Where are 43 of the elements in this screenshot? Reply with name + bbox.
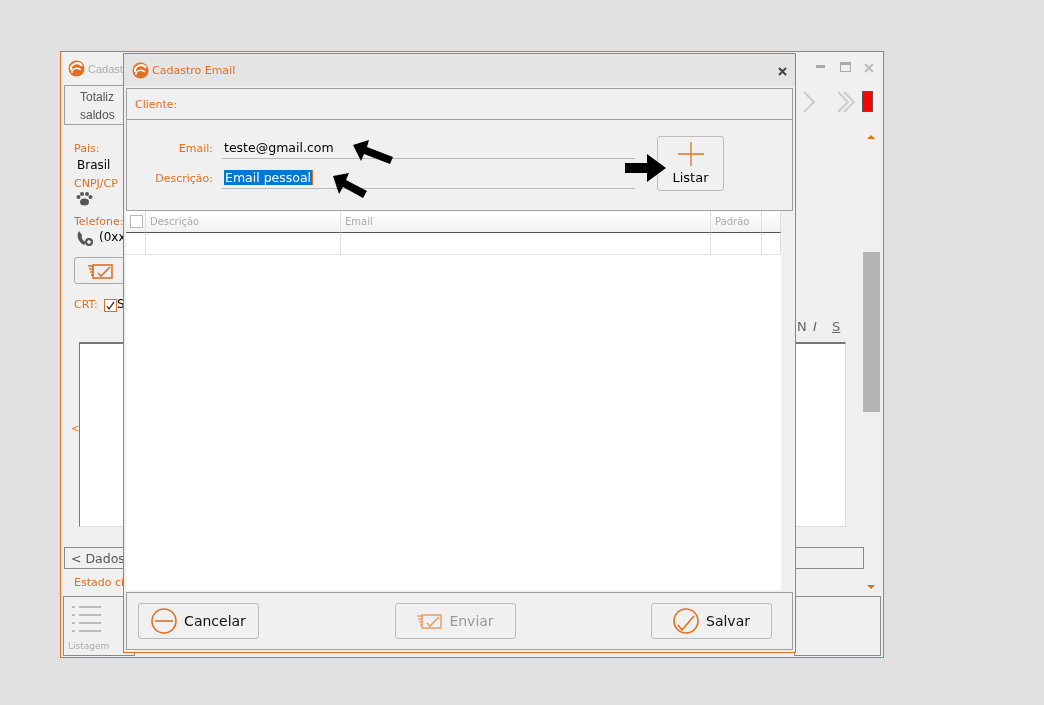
scroll-down-icon[interactable] [867,585,875,590]
envelope-icon [416,613,443,629]
italic-button[interactable]: I [813,319,817,334]
collapse-arrow[interactable]: < [71,423,80,434]
scrollbar-thumb[interactable] [863,252,880,412]
bold-button[interactable]: N [797,319,807,334]
list-icon[interactable] [72,605,102,633]
logo-icon [68,60,85,77]
check-circle-icon [673,608,699,634]
field-label: Estado ci [74,576,125,589]
select-all-checkbox[interactable] [130,215,143,228]
envelope-icon [87,262,113,279]
field-label: Telefone: [74,215,124,228]
paw-icon [76,191,93,206]
field-label: CNPJ/CP [74,177,118,190]
maximize-button[interactable] [840,60,851,75]
checkbox[interactable] [104,299,117,312]
field-label: CRT: [74,298,98,311]
table-cell [711,233,762,255]
scroll-up-icon[interactable] [867,134,875,139]
minus-circle-icon [151,608,178,634]
column-header [762,211,781,233]
description-label: Descrição: [154,172,214,187]
table-cell [762,233,781,255]
arrow-icon [624,153,668,183]
cancel-button[interactable]: Cancelar [138,603,259,639]
list-label: Listagem [68,641,110,651]
field-value: Brasil [77,158,111,172]
text-area[interactable] [794,342,846,527]
input-field[interactable] [794,547,864,569]
status-indicator [862,91,873,112]
plus-icon [676,141,705,166]
dialog-title: Cadastro Email [152,63,237,77]
field-label: Pais: [74,142,100,155]
underline-button[interactable]: S [832,319,841,334]
email-label: Email: [177,142,214,157]
logo-icon [132,61,149,79]
email-button[interactable] [74,257,126,284]
list-button[interactable]: Listar [657,135,724,191]
window-title: Cadast [88,62,123,75]
client-label: Cliente: [135,97,178,111]
save-button[interactable]: Salvar [651,603,772,639]
phone-icon [76,229,94,247]
